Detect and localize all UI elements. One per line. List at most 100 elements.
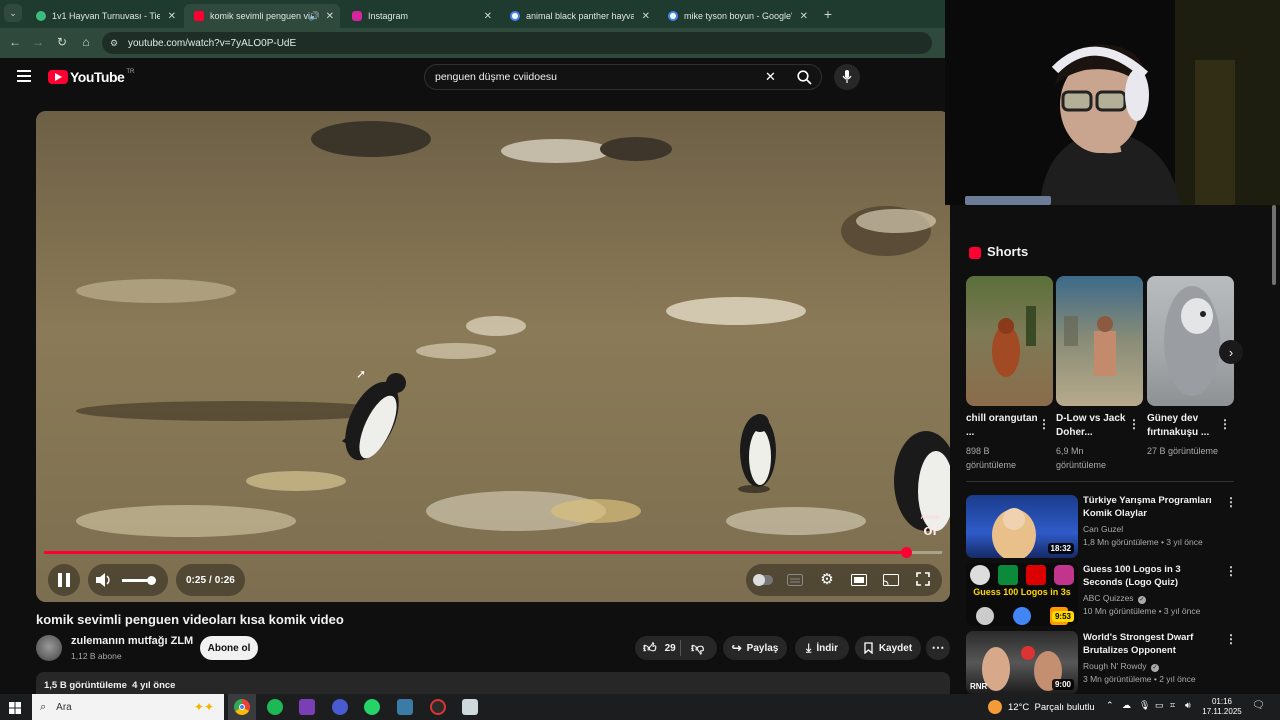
related-title-3[interactable]: World's Strongest Dwarf Brutalizes Oppon… — [1083, 631, 1218, 657]
related-menu-kebab-icon[interactable]: ⋮ — [1225, 495, 1237, 509]
weather-icon[interactable] — [988, 700, 1002, 714]
back-arrow-icon[interactable]: ← — [7, 35, 23, 49]
short-title-2[interactable]: D-Low vs Jack Doher... — [1056, 412, 1132, 440]
related-thumbnail-3[interactable]: RNR 9:00 — [966, 631, 1078, 694]
related-menu-kebab-icon[interactable]: ⋮ — [1225, 564, 1237, 578]
short-thumbnail-2[interactable] — [1056, 276, 1143, 406]
scrollbar-thumb[interactable] — [1272, 205, 1276, 285]
tab-instagram[interactable]: Instagram ✕ — [342, 4, 498, 28]
theater-mode-icon[interactable] — [850, 572, 868, 588]
tab-tier-list[interactable]: 1v1 Hayvan Turnuvası - Tier List ✕ — [26, 4, 182, 28]
pause-icon — [58, 573, 70, 587]
shorts-next-chevron-icon[interactable]: › — [1219, 340, 1243, 364]
related-title-2[interactable]: Guess 100 Logos in 3 Seconds (Logo Quiz) — [1083, 563, 1218, 589]
progress-bar[interactable] — [44, 547, 942, 558]
address-bar[interactable]: ⚙ youtube.com/watch?v=7yALO0P-UdE — [102, 32, 932, 54]
more-actions-icon[interactable]: ⋯ — [926, 636, 950, 660]
download-button[interactable]: ⤓ İndir — [795, 636, 849, 660]
tab-close-icon[interactable]: ✕ — [484, 11, 492, 22]
short-title-3[interactable]: Güney dev fırtınakuşu ... — [1147, 412, 1223, 440]
short-menu-kebab-icon[interactable]: ⋮ — [1128, 417, 1140, 431]
tray-mic-icon[interactable]: 🎙︎ — [1139, 700, 1150, 711]
video-player[interactable]: Abone ol ➚ 0:25 / 0:26 ⚙ — [36, 111, 950, 602]
home-icon[interactable]: ⌂ — [78, 35, 94, 49]
tray-volume-icon[interactable]: 🔊︎ — [1185, 700, 1191, 711]
subtitles-icon[interactable] — [786, 572, 804, 588]
new-tab-plus-icon[interactable]: + — [820, 6, 836, 22]
recorder-app-icon[interactable] — [430, 699, 446, 715]
tab-close-icon[interactable]: ✕ — [326, 11, 334, 22]
subscribe-button[interactable]: Abone ol — [200, 636, 258, 660]
duration-badge: 9:53 — [1051, 611, 1074, 622]
like-thumb-icon[interactable]: 👍︎ — [643, 640, 657, 656]
tab-google-panther[interactable]: animal black panther hayvanı ile ✕ — [500, 4, 656, 28]
tray-chevron-icon[interactable]: ⌃ — [1106, 700, 1114, 711]
fullscreen-icon[interactable] — [914, 570, 932, 588]
short-views-3: 27 B görüntüleme — [1147, 446, 1219, 456]
discord-icon[interactable] — [332, 699, 348, 715]
tab-close-icon[interactable]: ✕ — [800, 11, 808, 22]
related-channel-3[interactable]: Rough N' Rowdy ✓ — [1083, 661, 1159, 672]
volume-control[interactable] — [88, 564, 168, 596]
pause-button[interactable] — [48, 564, 80, 596]
tray-network-icon[interactable]: ⌗ — [1170, 700, 1175, 711]
site-info-icon[interactable]: ⚙ — [110, 38, 118, 49]
clear-search-icon[interactable]: ✕ — [765, 69, 776, 85]
short-thumbnail-3[interactable] — [1147, 276, 1234, 406]
tab-close-icon[interactable]: ✕ — [168, 11, 176, 22]
short-thumbnail-1[interactable] — [966, 276, 1053, 406]
forward-arrow-icon[interactable]: → — [30, 35, 46, 49]
taskbar-chrome-active[interactable] — [228, 694, 256, 720]
tab-audio-icon[interactable]: 🔊 — [309, 11, 320, 22]
hamburger-menu-icon[interactable] — [17, 70, 31, 82]
windows-start-icon[interactable] — [9, 701, 21, 714]
tab-close-icon[interactable]: ✕ — [642, 11, 650, 22]
reload-icon[interactable]: ↻ — [54, 35, 70, 49]
tray-display-icon[interactable]: ▭ — [1155, 700, 1164, 711]
short-title-1[interactable]: chill orangutan ... — [966, 412, 1042, 440]
short-menu-kebab-icon[interactable]: ⋮ — [1219, 417, 1231, 431]
related-thumbnail-1[interactable]: 18:32 — [966, 495, 1078, 558]
volume-slider-handle[interactable] — [147, 575, 156, 585]
related-thumbnail-2[interactable]: Guess 100 Logos in 3s 9:53 — [966, 563, 1078, 626]
share-button[interactable]: ↪ Paylaş — [723, 636, 787, 660]
related-menu-kebab-icon[interactable]: ⋮ — [1225, 632, 1237, 646]
network-app-icon[interactable] — [397, 699, 413, 715]
settings-gear-icon[interactable]: ⚙ — [818, 570, 836, 588]
taskbar-search-input[interactable]: ⌕ Ara ✦✦ — [32, 694, 224, 720]
progress-scrubber-handle[interactable] — [901, 547, 913, 558]
related-channel-1[interactable]: Can Guzel — [1083, 524, 1123, 534]
channel-avatar[interactable] — [36, 635, 62, 661]
taskbar-clock[interactable]: 01:16 17.11.2025 — [1200, 697, 1244, 717]
page-scrollbar[interactable] — [1271, 205, 1277, 694]
save-button[interactable]: Kaydet — [855, 636, 921, 660]
related-channel-2[interactable]: ABC Quizzes ✓ — [1083, 593, 1146, 604]
cast-icon[interactable] — [882, 572, 900, 588]
search-input[interactable]: penguen düşme cviidoesu ✕ — [424, 64, 822, 90]
tab-google-tyson[interactable]: mike tyson boyun - Google'da Ara ✕ — [658, 4, 814, 28]
dislike-thumb-icon[interactable]: 👎︎ — [691, 640, 704, 656]
short-menu-kebab-icon[interactable]: ⋮ — [1038, 417, 1050, 431]
voice-search-button[interactable] — [834, 64, 860, 90]
volume-icon[interactable] — [96, 573, 112, 587]
youtube-logo[interactable]: YouTube TR — [48, 69, 134, 85]
mouse-cursor-icon: ➚ — [356, 367, 367, 381]
channel-name: Rough N' Rowdy — [1083, 661, 1147, 671]
search-button[interactable] — [787, 64, 821, 90]
whatsapp-icon[interactable] — [364, 699, 380, 715]
spotify-icon[interactable] — [267, 699, 283, 715]
shield-app-icon[interactable] — [462, 699, 478, 715]
autoplay-toggle[interactable] — [753, 572, 773, 588]
volume-slider[interactable] — [122, 575, 156, 585]
tab-youtube-penguin[interactable]: komik sevimli penguen videoları 🔊 ✕ — [184, 4, 340, 28]
tray-cloud-icon[interactable]: ☁ — [1122, 700, 1131, 711]
tab-search-chevron-icon[interactable]: ⌄ — [4, 4, 22, 22]
time-total: 0:26 — [214, 574, 235, 586]
related-title-1[interactable]: Türkiye Yarışma Programları Komik Olayla… — [1083, 494, 1218, 520]
notification-icon[interactable]: 🗨︎ — [1252, 700, 1265, 711]
bookmark-icon — [864, 642, 873, 654]
exo-app-icon[interactable] — [299, 699, 315, 715]
weather-text[interactable]: 12°C Parçalı bulutlu — [1008, 702, 1095, 713]
channel-name[interactable]: zulemanın mutfağı ZLM — [71, 635, 193, 647]
like-count[interactable]: 29 — [665, 643, 676, 654]
